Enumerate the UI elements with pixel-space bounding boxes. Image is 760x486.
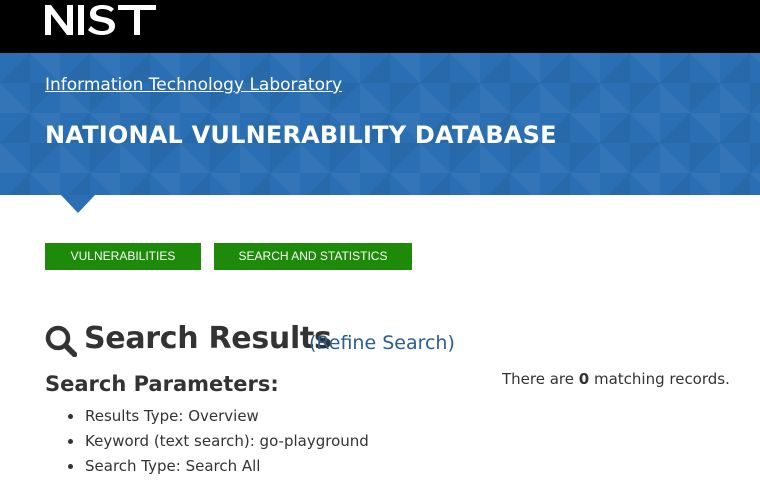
refine-search: (Refine Search) — [309, 332, 455, 354]
search-parameters-list: Results Type: Overview Keyword (text sea… — [68, 404, 369, 479]
count-suffix: matching records. — [589, 370, 730, 388]
list-item: Search Type: Search All — [68, 454, 369, 479]
count-prefix: There are — [502, 370, 579, 388]
bullet-icon — [68, 414, 73, 419]
banner-pointer — [61, 195, 95, 213]
bullet-icon — [68, 464, 73, 469]
param-text: Results Type: Overview — [85, 407, 259, 425]
param-text: Keyword (text search): go-playground — [85, 432, 369, 450]
itl-link[interactable]: Information Technology Laboratory — [45, 75, 342, 95]
page-title: Search Results — [84, 321, 332, 356]
search-parameters-heading: Search Parameters: — [45, 372, 279, 396]
search-icon — [45, 325, 77, 357]
bullet-icon — [68, 439, 73, 444]
param-text: Search Type: Search All — [85, 457, 261, 475]
vulnerabilities-button[interactable]: VULNERABILITIES — [45, 243, 201, 270]
matching-records-count: There are 0 matching records. — [502, 370, 730, 388]
list-item: Keyword (text search): go-playground — [68, 429, 369, 454]
top-bar — [0, 0, 760, 53]
nist-logo[interactable] — [45, 5, 156, 35]
search-and-statistics-button[interactable]: SEARCH AND STATISTICS — [214, 243, 412, 270]
site-title[interactable]: NATIONAL VULNERABILITY DATABASE — [45, 121, 557, 149]
refine-close-paren: ) — [447, 332, 455, 354]
record-count: 0 — [578, 370, 590, 388]
list-item: Results Type: Overview — [68, 404, 369, 429]
refine-search-link[interactable]: Refine Search — [316, 332, 447, 354]
